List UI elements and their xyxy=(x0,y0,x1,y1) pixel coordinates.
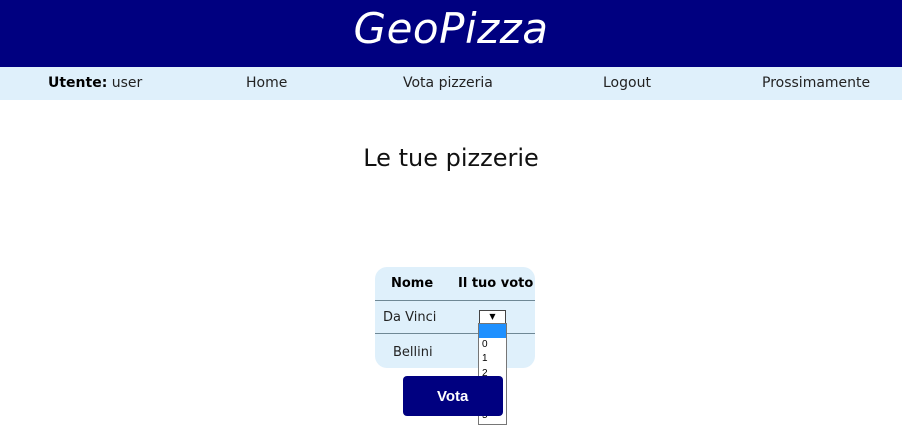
vote-submit-button[interactable]: Vota xyxy=(403,376,503,416)
row-divider xyxy=(375,300,535,301)
vote-select[interactable]: ▼ xyxy=(479,310,506,324)
navbar: Utente: user Home Vota pizzeria Logout P… xyxy=(0,67,902,100)
nav-home-link[interactable]: Home xyxy=(246,67,287,100)
user-name: user xyxy=(111,75,143,91)
dropdown-option-1[interactable]: 1 xyxy=(479,352,506,366)
user-label: Utente: xyxy=(48,75,108,91)
user-info: Utente: user xyxy=(48,67,142,100)
page-title: Le tue pizzerie xyxy=(363,144,539,172)
table-cell-name-row-2: Bellini xyxy=(393,345,433,360)
nav-logout-link[interactable]: Logout xyxy=(603,67,651,100)
pizzerie-table: Nome Il tuo voto Da Vinci Bellini xyxy=(375,267,535,368)
brand-logo: GeoPizza xyxy=(353,4,549,53)
table-cell-name-row-1: Da Vinci xyxy=(383,310,437,325)
chevron-down-icon: ▼ xyxy=(489,312,496,321)
nav-vote-link[interactable]: Vota pizzeria xyxy=(403,67,493,100)
dropdown-option-0[interactable]: 0 xyxy=(479,338,506,352)
header: GeoPizza xyxy=(0,0,902,67)
nav-coming-soon-link[interactable]: Prossimamente xyxy=(762,67,870,100)
table-header-vote: Il tuo voto xyxy=(458,276,534,291)
table-header-name: Nome xyxy=(391,276,434,291)
row-divider xyxy=(375,333,535,334)
dropdown-option-empty[interactable] xyxy=(479,324,506,338)
